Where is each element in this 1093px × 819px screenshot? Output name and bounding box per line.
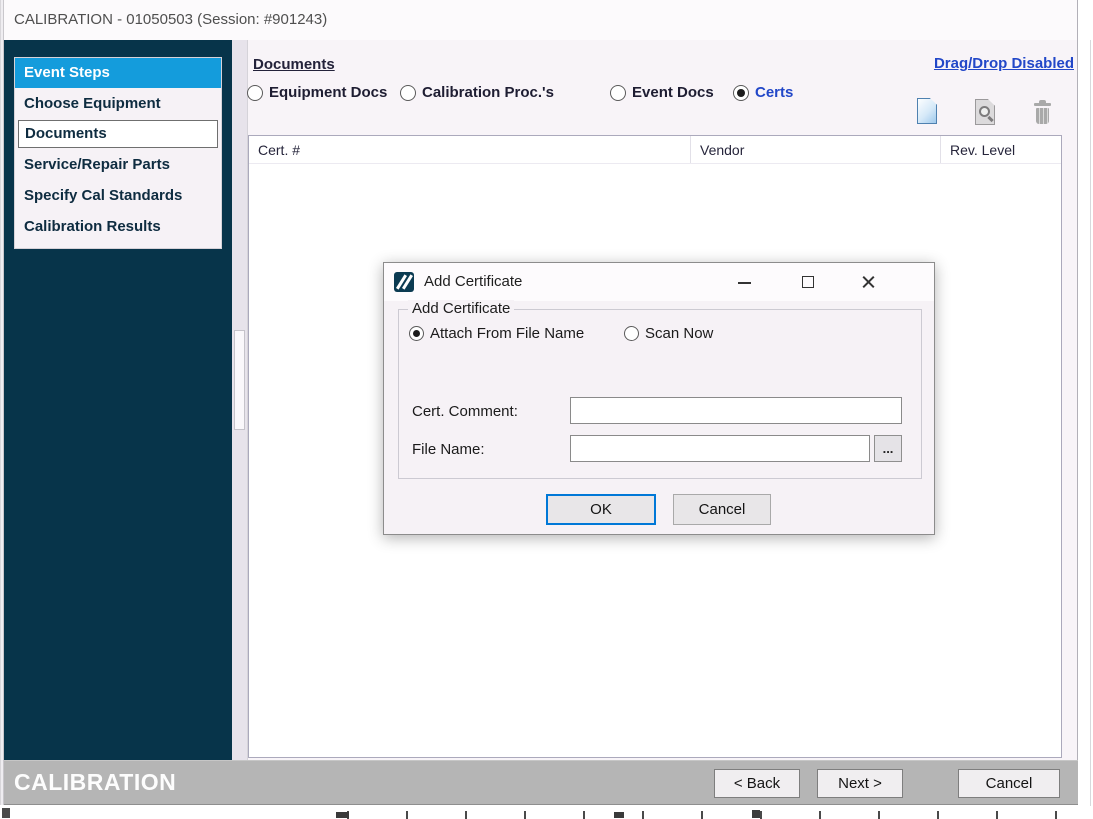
- column-header-vendor[interactable]: Vendor: [691, 136, 941, 163]
- background-ruler-ticks: [614, 812, 624, 818]
- event-steps-panel: Event Steps Choose Equipment Documents S…: [14, 57, 222, 249]
- documents-heading: Documents: [253, 56, 335, 73]
- background-ruler-ticks: [752, 810, 760, 818]
- dragdrop-link[interactable]: Drag/Drop Disabled: [934, 55, 1074, 72]
- radio-label: Certs: [755, 84, 793, 101]
- sidebar-item-label: Documents: [25, 125, 107, 142]
- radio-attach-from-file-name[interactable]: Attach From File Name: [409, 325, 584, 342]
- add-certificate-dialog: Add Certificate Add Certificate Attach F…: [383, 262, 935, 535]
- background-window-strip: [0, 806, 1093, 819]
- maximize-icon: [802, 276, 814, 288]
- add-document-button[interactable]: [916, 98, 940, 125]
- minimize-button[interactable]: [722, 263, 766, 301]
- radio-label: Attach From File Name: [430, 325, 584, 342]
- radio-selected-icon: [409, 326, 424, 341]
- radio-selected-icon: [733, 85, 749, 101]
- file-name-label: File Name:: [412, 441, 485, 458]
- event-steps-header: Event Steps: [15, 58, 221, 88]
- back-button[interactable]: < Back: [714, 769, 800, 798]
- background-fragment: [2, 808, 10, 818]
- background-ruler-ticks: [336, 812, 349, 818]
- scrollbar-thumb[interactable]: [234, 330, 245, 430]
- sidebar-item-service-repair-parts[interactable]: Service/Repair Parts: [15, 149, 221, 180]
- sidebar-item-label: Calibration Results: [24, 218, 161, 235]
- radio-certs[interactable]: Certs: [733, 84, 793, 101]
- radio-label: Scan Now: [645, 325, 713, 342]
- footer-cancel-button[interactable]: Cancel: [958, 769, 1060, 798]
- browse-button[interactable]: ...: [874, 435, 902, 462]
- add-document-icon: [917, 98, 937, 124]
- dialog-title: Add Certificate: [424, 273, 522, 290]
- sidebar-item-choose-equipment[interactable]: Choose Equipment: [15, 88, 221, 119]
- radio-event-docs[interactable]: Event Docs: [610, 84, 714, 101]
- dialog-cancel-button[interactable]: Cancel: [673, 494, 771, 525]
- vertical-scrollbar[interactable]: [232, 40, 248, 760]
- group-title: Add Certificate: [408, 300, 514, 317]
- radio-equipment-docs[interactable]: Equipment Docs: [247, 84, 387, 101]
- maximize-button[interactable]: [786, 263, 830, 301]
- radio-label: Equipment Docs: [269, 84, 387, 101]
- radio-icon: [624, 326, 639, 341]
- add-certificate-group: Add Certificate Attach From File Name Sc…: [398, 309, 922, 479]
- column-header-cert-number[interactable]: Cert. #: [249, 136, 691, 163]
- window-titlebar: CALIBRATION - 01050503 (Session: #901243…: [0, 0, 1078, 40]
- radio-label: Event Docs: [632, 84, 714, 101]
- window-right-border: [1077, 0, 1078, 805]
- close-button[interactable]: [846, 263, 890, 301]
- background-window-edge: [1090, 40, 1091, 819]
- preview-document-button[interactable]: [974, 99, 998, 126]
- radio-icon: [247, 85, 263, 101]
- sidebar-item-label: Service/Repair Parts: [24, 156, 170, 173]
- radio-scan-now[interactable]: Scan Now: [624, 325, 713, 342]
- sidebar-item-calibration-results[interactable]: Calibration Results: [15, 211, 221, 242]
- delete-document-button[interactable]: [1032, 99, 1056, 126]
- cert-comment-label: Cert. Comment:: [412, 403, 518, 420]
- radio-icon: [610, 85, 626, 101]
- radio-calibration-procs[interactable]: Calibration Proc.'s: [400, 84, 554, 101]
- table-header-row: Cert. # Vendor Rev. Level: [249, 136, 1061, 164]
- delete-icon-body: [1036, 108, 1049, 124]
- sidebar: Event Steps Choose Equipment Documents S…: [4, 40, 232, 760]
- radio-label: Calibration Proc.'s: [422, 84, 554, 101]
- app-logo-icon: [394, 272, 414, 292]
- sidebar-item-documents[interactable]: Documents: [18, 120, 218, 148]
- next-button[interactable]: Next >: [817, 769, 903, 798]
- radio-icon: [400, 85, 416, 101]
- footer-bar: CALIBRATION < Back Next > Cancel: [4, 760, 1078, 805]
- footer-title: CALIBRATION: [14, 769, 176, 796]
- background-ruler-ticks: [290, 811, 1093, 819]
- sidebar-item-specify-cal-standards[interactable]: Specify Cal Standards: [15, 180, 221, 211]
- cert-comment-input[interactable]: [570, 397, 902, 424]
- application-window: CALIBRATION - 01050503 (Session: #901243…: [0, 0, 1093, 819]
- delete-icon-lid: [1034, 103, 1051, 106]
- sidebar-item-label: Specify Cal Standards: [24, 187, 182, 204]
- minimize-icon: [738, 282, 751, 284]
- sidebar-item-label: Choose Equipment: [24, 95, 161, 112]
- dialog-titlebar[interactable]: Add Certificate: [384, 263, 934, 301]
- file-name-input[interactable]: [570, 435, 870, 462]
- ok-button[interactable]: OK: [546, 494, 656, 525]
- window-title: CALIBRATION - 01050503 (Session: #901243…: [14, 11, 327, 28]
- column-header-rev-level[interactable]: Rev. Level: [941, 136, 1061, 163]
